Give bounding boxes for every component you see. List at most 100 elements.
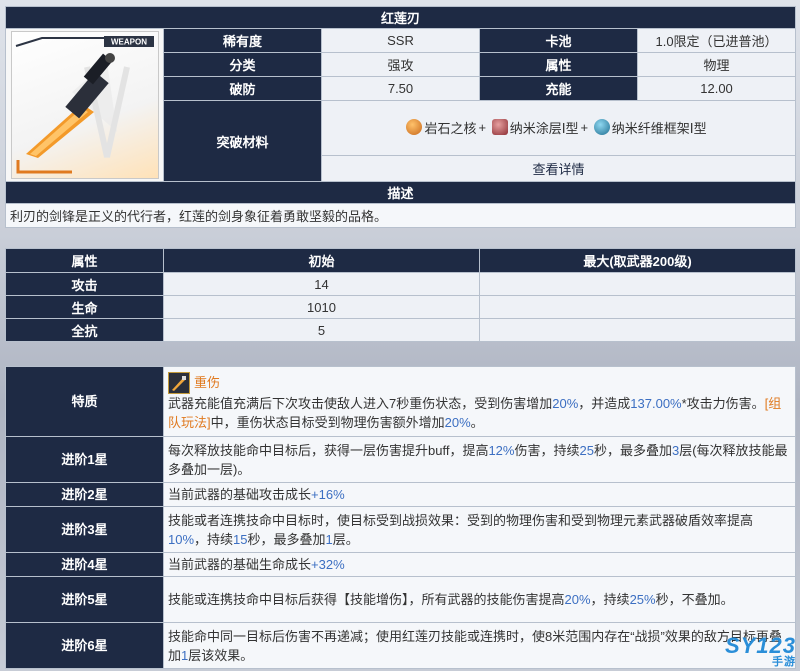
- trait-row: 特质 重伤 武器充能值充满后下次攻击使敌人进入7秒重伤状态，受到伤害增加20%，…: [5, 366, 796, 437]
- material-plus: +: [478, 119, 487, 135]
- star-row: 进阶1星 每次释放技能命中目标后，获得一层伤害提升buff，提高12%伤害，持续…: [5, 436, 796, 483]
- stat-init: 14: [163, 272, 480, 296]
- weapon-description: 利刃的剑锋是正义的代行者，红莲的剑身象征着勇敢坚毅的品格。: [4, 203, 797, 228]
- nano-coating-icon: [491, 119, 508, 136]
- star1-label: 进阶1星: [5, 436, 164, 483]
- stat-max: [479, 272, 796, 296]
- star-text: ，持续: [194, 531, 234, 547]
- trait-value: 20%: [552, 395, 579, 411]
- trait-content: 重伤 武器充能值充满后下次攻击使敌人进入7秒重伤状态，受到伤害增加20%，并造成…: [163, 366, 796, 437]
- star-value: +32%: [311, 557, 345, 572]
- trait-name: 重伤: [194, 375, 221, 390]
- attr-label: 属性: [479, 52, 638, 77]
- weapon-name: 红莲刃: [4, 6, 797, 29]
- rarity-value: SSR: [321, 28, 480, 53]
- weapon-image: WEAPON: [10, 31, 159, 179]
- star2-label: 进阶2星: [5, 482, 164, 507]
- star-value: 12%: [488, 442, 515, 458]
- charge-label: 充能: [479, 76, 638, 101]
- material-name: 纳米涂层Ⅰ型: [509, 120, 579, 136]
- pool-label: 卡池: [479, 28, 638, 53]
- star4-content: 当前武器的基础生命成长+32%: [163, 552, 796, 577]
- stats-table: 属性 初始 最大(取武器200级) 攻击 14 生命 1010 全抗 5: [5, 248, 796, 342]
- star-value: 10%: [168, 531, 195, 547]
- star-value: 20%: [564, 592, 591, 607]
- material-item[interactable]: 纳米纤维框架Ⅰ型: [593, 118, 709, 137]
- stat-max: [479, 295, 796, 319]
- stat-name: 全抗: [5, 318, 164, 342]
- star-text: 当前武器的基础攻击成长: [168, 487, 312, 502]
- desc-header: 描述: [4, 181, 797, 204]
- star-row: 进阶4星 当前武器的基础生命成长+32%: [5, 552, 796, 577]
- star-row: 进阶6星 技能命中同一目标后伤害不再递减；使用红莲刃技能或连携时，使8米范围内存…: [5, 622, 796, 669]
- rock-core-icon: [406, 119, 423, 136]
- trait-text: *攻击力伤害。: [681, 395, 765, 411]
- star-row: 进阶3星 技能或者连携技命中目标时，使目标受到战损效果：受到的物理伤害和受到物理…: [5, 506, 796, 553]
- rarity-label: 稀有度: [163, 28, 322, 53]
- trait-text: 武器充能值充满后下次攻击使敌人进入7秒重伤状态，受到伤害增加: [168, 395, 553, 411]
- star-text: 每次释放技能命中目标后，获得一层伤害提升buff，提高: [168, 442, 489, 458]
- star-text: 层该效果。: [188, 647, 254, 663]
- star-text: 秒，最多叠加: [247, 531, 326, 547]
- pool-value: 1.0限定（已进普池）: [636, 28, 797, 53]
- star-text: 层。: [332, 531, 359, 547]
- stat-name: 攻击: [5, 272, 164, 296]
- stat-init: 5: [163, 318, 480, 342]
- details-link[interactable]: 查看详情: [533, 162, 585, 177]
- break-value: 7.50: [321, 76, 480, 101]
- material-item[interactable]: 纳米涂层Ⅰ型 +: [491, 118, 589, 137]
- table-row: 全抗 5: [5, 318, 796, 342]
- stat-name: 生命: [5, 295, 164, 319]
- star-text: 秒，不叠加。: [655, 592, 734, 607]
- star5-label: 进阶5星: [5, 576, 164, 623]
- star-text: 技能或者连携技命中目标时，使目标受到战损效果：受到的物理伤害和受到物理元素武器破…: [168, 512, 754, 528]
- star1-content: 每次释放技能命中目标后，获得一层伤害提升buff，提高12%伤害，持续25秒，最…: [163, 436, 796, 483]
- stats-header-attr: 属性: [5, 248, 164, 273]
- star-value: 25%: [629, 592, 656, 607]
- weapon-tag: WEAPON: [111, 38, 147, 47]
- trait-sword-icon: [168, 371, 190, 394]
- star2-content: 当前武器的基础攻击成长+16%: [163, 482, 796, 507]
- attr-value: 物理: [636, 52, 797, 77]
- star3-content: 技能或者连携技命中目标时，使目标受到战损效果：受到的物理伤害和受到物理元素武器破…: [163, 506, 796, 553]
- star5-content: 技能或连携技命中目标后获得【技能增伤】，所有武器的技能伤害提高20%，持续25%…: [163, 576, 796, 623]
- star-text: ，持续: [590, 592, 630, 607]
- trait-text: 中，重伤状态目标受到物理伤害额外增加: [210, 414, 445, 430]
- trait-value: 137.00%: [630, 395, 682, 411]
- trait-text: 。: [470, 414, 484, 430]
- stat-max: [479, 318, 796, 342]
- materials-list: 岩石之核 + 纳米涂层Ⅰ型 + 纳米纤维框架Ⅰ型: [320, 100, 797, 156]
- trait-description: 武器充能值充满后下次攻击使敌人进入7秒重伤状态，受到伤害增加20%，并造成137…: [168, 394, 791, 432]
- trait-value: 20%: [444, 414, 471, 430]
- star4-label: 进阶4星: [5, 552, 164, 577]
- weapon-info-table: 红莲刃 WEAPON 稀有度 SSR 卡池 1.0限定（已进普池） 分类 强攻 …: [4, 6, 797, 228]
- star-text: 秒，最多叠加: [593, 442, 672, 458]
- details-link-cell: 查看详情: [320, 155, 797, 182]
- class-value: 强攻: [321, 52, 480, 77]
- star-text: 当前武器的基础生命成长: [168, 557, 312, 572]
- star-text: 技能或连携技命中目标后获得【技能增伤】，所有武器的技能伤害提高: [168, 592, 565, 607]
- star3-label: 进阶3星: [5, 506, 164, 553]
- class-label: 分类: [163, 52, 322, 77]
- star-text: 伤害，持续: [514, 442, 580, 458]
- stat-init: 1010: [163, 295, 480, 319]
- trait-label: 特质: [5, 366, 164, 437]
- star-value: +16%: [311, 487, 345, 502]
- material-item[interactable]: 岩石之核 +: [406, 118, 486, 137]
- site-watermark-logo: SY123 手游: [725, 633, 796, 669]
- stats-header-init: 初始: [163, 248, 480, 273]
- table-row: 攻击 14: [5, 272, 796, 296]
- break-label: 破防: [163, 76, 322, 101]
- star6-content: 技能命中同一目标后伤害不再递减；使用红莲刃技能或连携时，使8米范围内存在“战损”…: [163, 622, 796, 669]
- charge-value: 12.00: [636, 76, 797, 101]
- star-value: 15: [233, 531, 248, 547]
- star-value: 1: [325, 531, 333, 547]
- star-row: 进阶2星 当前武器的基础攻击成长+16%: [5, 482, 796, 507]
- stats-header-max: 最大(取武器200级): [479, 248, 796, 273]
- traits-table: 特质 重伤 武器充能值充满后下次攻击使敌人进入7秒重伤状态，受到伤害增加20%，…: [5, 366, 796, 669]
- blade-icon: WEAPON: [15, 36, 154, 174]
- star-text: 技能命中同一目标后伤害不再递减；使用红莲刃技能或连携时，使8米范围内存在“战损”…: [168, 628, 782, 663]
- material-name: 纳米纤维框架Ⅰ型: [611, 120, 707, 136]
- trait-text: ，并造成: [578, 395, 631, 411]
- material-plus: +: [580, 119, 589, 135]
